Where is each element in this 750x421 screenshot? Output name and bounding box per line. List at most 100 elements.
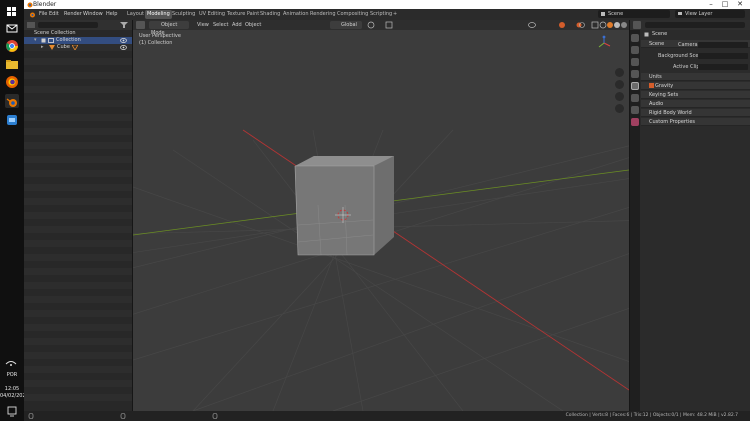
minimize-button[interactable]: – — [704, 0, 718, 9]
gizmo-toggle-icon[interactable] — [558, 21, 568, 29]
os-taskbar: POR 12:05 04/02/2020 — [0, 0, 29, 421]
units-label: Units — [649, 74, 662, 80]
tab-shading[interactable]: Shading — [258, 10, 282, 19]
view-layer-tab-icon[interactable] — [631, 70, 639, 78]
properties-search-input[interactable] — [645, 22, 745, 28]
editor-type-icon[interactable] — [136, 21, 145, 29]
gravity-checkbox[interactable] — [649, 83, 654, 88]
xray-icon[interactable] — [591, 21, 599, 29]
tool-tab-icon[interactable] — [631, 34, 639, 42]
render-tab-icon[interactable] — [631, 46, 639, 54]
visibility-eye-icon[interactable] — [120, 38, 127, 43]
outliner-row-collection[interactable]: ▾ Collection — [24, 37, 132, 44]
pivot-icon[interactable] — [367, 21, 377, 29]
menu-file[interactable]: File — [39, 11, 47, 17]
pan-hand-icon[interactable] — [615, 80, 624, 89]
shading-mode-icons[interactable] — [599, 21, 627, 29]
outliner-panel[interactable]: Scene Collection ▾ Collection ▸ Cube — [24, 20, 133, 411]
checkbox-icon[interactable] — [41, 38, 46, 43]
clock-date[interactable]: 04/02/2020 — [0, 393, 29, 399]
filter-icon[interactable] — [120, 22, 128, 28]
menu-add[interactable]: Add — [232, 21, 242, 29]
expand-arrow-icon[interactable]: ▾ — [34, 37, 37, 44]
output-tab-icon[interactable] — [631, 58, 639, 66]
outliner-row-scene-collection[interactable]: Scene Collection — [24, 30, 132, 37]
menu-object[interactable]: Object — [245, 21, 261, 29]
firefox-icon[interactable] — [5, 74, 19, 88]
properties-panel[interactable]: Scene Scene Camera Background Scene Acti… — [629, 20, 750, 411]
scene-statistics: Collection | Verts:8 | Faces:6 | Tris:12… — [565, 413, 738, 418]
custom-properties-section[interactable]: Custom Properties — [641, 118, 750, 126]
navigation-gizmo-icon[interactable] — [596, 35, 612, 51]
scene-tab-icon[interactable] — [631, 82, 639, 90]
view-layer-selector[interactable]: View Layer — [675, 10, 745, 18]
tab-uv-editing[interactable]: UV Editing — [197, 10, 227, 19]
tab-modeling[interactable]: Modeling — [145, 10, 172, 19]
audio-section[interactable]: Audio — [641, 100, 750, 108]
zoom-icon[interactable] — [615, 68, 624, 77]
close-button[interactable]: ✕ — [733, 0, 747, 9]
properties-title: Scene — [652, 31, 668, 37]
visibility-eye-icon[interactable] — [120, 45, 127, 50]
tab-animation[interactable]: Animation — [281, 10, 311, 19]
menu-select[interactable]: Select — [213, 21, 228, 29]
add-workspace-button[interactable]: + — [391, 10, 399, 19]
cube-label: Cube — [57, 44, 70, 50]
collection-label: Collection — [56, 37, 81, 43]
visibility-icon[interactable] — [528, 21, 538, 29]
app-icon[interactable] — [5, 112, 19, 126]
scene-name: Scene — [608, 11, 624, 17]
notification-icon[interactable] — [5, 404, 19, 418]
rigid-body-world-label: Rigid Body World — [649, 110, 692, 116]
tab-layout[interactable]: Layout — [125, 10, 146, 19]
start-icon[interactable] — [5, 4, 19, 18]
scene-selector[interactable]: Scene — [598, 10, 670, 18]
camera-view-icon[interactable] — [615, 92, 624, 101]
background-scene-field[interactable] — [698, 53, 748, 59]
chrome-icon[interactable] — [5, 38, 19, 52]
units-section[interactable]: Units — [641, 73, 750, 81]
tab-texture-paint[interactable]: Texture Paint — [225, 10, 261, 19]
editor-type-icon[interactable] — [633, 21, 641, 29]
maximize-button[interactable]: □ — [718, 0, 732, 9]
transform-orientation-label: Global — [341, 22, 357, 28]
transform-orientation-dropdown[interactable]: Global — [330, 21, 362, 29]
network-icon[interactable] — [4, 353, 18, 367]
camera-field[interactable] — [698, 42, 748, 48]
folder-icon[interactable] — [5, 56, 19, 70]
view-layer-icon — [678, 12, 682, 15]
scene-section-label: Scene — [649, 41, 665, 47]
menu-help[interactable]: Help — [106, 11, 117, 17]
mail-icon[interactable] — [5, 20, 19, 34]
keying-sets-section[interactable]: Keying Sets — [641, 91, 750, 99]
active-clip-field[interactable] — [698, 64, 748, 70]
overlays-toggle-icon[interactable] — [576, 21, 586, 29]
menu-window[interactable]: Window — [83, 11, 103, 17]
tab-compositing[interactable]: Compositing — [335, 10, 370, 19]
object-mode-dropdown[interactable]: Object Mode — [149, 21, 189, 36]
editor-type-icon[interactable] — [27, 22, 35, 28]
collection-tab-icon[interactable] — [631, 106, 639, 114]
gravity-label: Gravity — [655, 83, 674, 89]
world-tab-icon[interactable] — [631, 94, 639, 102]
ortho-toggle-icon[interactable] — [615, 104, 624, 113]
menu-view[interactable]: View — [197, 21, 209, 29]
rigid-body-world-section[interactable]: Rigid Body World — [641, 109, 750, 117]
tab-sculpting[interactable]: Sculpting — [170, 10, 197, 19]
language-indicator[interactable]: POR — [0, 372, 24, 378]
snap-icon[interactable] — [385, 21, 395, 29]
menu-render[interactable]: Render — [64, 11, 82, 17]
tab-rendering[interactable]: Rendering — [308, 10, 338, 19]
blender-menu-icon[interactable] — [28, 11, 36, 18]
gravity-section[interactable]: Gravity — [641, 82, 750, 90]
blender-taskbar-icon[interactable] — [5, 94, 19, 108]
cube-object[interactable] — [294, 156, 394, 256]
expand-arrow-icon[interactable]: ▸ — [41, 44, 44, 51]
3d-viewport[interactable]: Object Mode View Select Add Object Globa… — [133, 20, 629, 411]
outliner-row-cube[interactable]: ▸ Cube — [24, 44, 132, 51]
menu-edit[interactable]: Edit — [49, 11, 59, 17]
viewport-scene[interactable] — [133, 30, 629, 411]
outliner-search-input[interactable] — [38, 22, 98, 28]
clock-time[interactable]: 12:05 — [0, 386, 24, 392]
texture-tab-icon[interactable] — [631, 118, 639, 126]
